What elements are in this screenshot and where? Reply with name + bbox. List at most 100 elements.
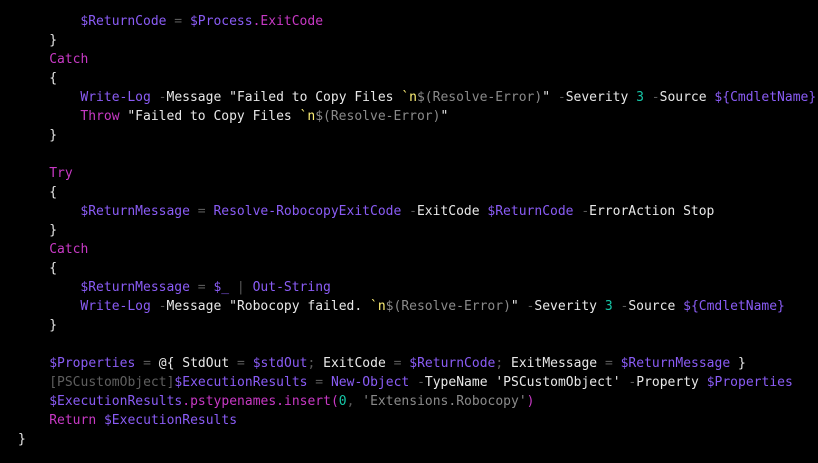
text-token: { [49,185,58,200]
code-line[interactable]: Catch [0,50,818,69]
code-line[interactable]: Write-Log -Message "Failed to Copy Files… [0,88,818,107]
cmdlet-token: Write-Log [80,90,151,105]
variable-token: $ReturnMessage [620,356,731,371]
code-line[interactable]: $ReturnMessage = $_ | Out-String [0,278,818,297]
operator-token: - [150,90,167,105]
text-token: ExitCode [323,356,394,371]
code-line[interactable]: { [0,183,818,202]
text-token: Severity [534,299,605,314]
cmdlet-token: New-Object [330,375,410,390]
code-line[interactable]: [PSCustomObject]$ExecutionResults = New-… [0,373,818,392]
code-line[interactable]: Write-Log - Message "Robocopy failed. `n $… [0,297,818,316]
text-token: } [49,318,58,333]
code-line[interactable]: Return $ExecutionResults [0,411,818,430]
code-line[interactable]: Throw "Failed to Copy Files `n$(Resolve-… [0,107,818,126]
code-line[interactable] [0,145,818,164]
text-token: Message [166,90,230,105]
code-line[interactable]: } [0,126,818,145]
text-token: Source [628,299,684,314]
string-token: "Failed to Copy Files [127,109,300,124]
code-line[interactable]: } [0,430,818,449]
operator-token: ; [307,356,324,371]
number-token: 3 [636,90,644,105]
code-line[interactable]: $ReturnCode = $Process.ExitCode [0,12,818,31]
subexpression-token: $(Resolve-Error) [315,109,441,124]
keyword-token: Catch [49,242,89,257]
operator-token: - [573,204,590,219]
member-token: .pstypenames.insert( [182,394,339,409]
member-token: ) [526,394,535,409]
variable-token: $ExecutionResults [49,394,183,409]
text-token: { [49,261,58,276]
escape-token: `n [370,299,386,314]
operator-token: | [229,280,253,295]
operator-token: = [307,375,331,390]
operator-token: - [620,375,637,390]
string-token: 'PSCustomObject' [495,375,621,390]
text-token: } [49,128,58,143]
escape-token: `n [299,109,316,124]
string-token: "Robocopy failed. [229,299,371,314]
code-line[interactable] [0,335,818,354]
operator-token: = [189,204,214,219]
keyword-token: Throw [80,109,120,124]
variable-token: $Process [189,14,253,29]
operator-token: - [550,90,566,105]
code-line[interactable]: $Properties = @{ StdOut = $stdOut; ExitC… [0,354,818,373]
text-token: ExitCode [416,204,488,219]
code-line[interactable]: Try [0,164,818,183]
operator-token: = [166,14,190,29]
cmdlet-token: Write-Log [80,299,151,314]
operator-token: = [189,280,214,295]
keyword-token: Return [49,413,97,428]
variable-token: $ReturnCode [80,14,167,29]
variable-token: ${CmdletName} [683,299,785,314]
variable-token: $ExecutionResults [103,413,238,428]
text-token: @{ StdOut [158,356,238,371]
code-line[interactable]: } [0,316,818,335]
code-line[interactable]: Catch [0,240,818,259]
variable-token: $stdOut [252,356,308,371]
variable-token: $ExecutionResults [174,375,308,390]
text-token: TypeName [424,375,496,390]
number-token: 0 [338,394,347,409]
string-token: " [510,299,519,314]
code-line[interactable]: { [0,69,818,88]
keyword-token: Try [49,166,73,181]
operator-token: - [401,204,417,219]
variable-token: $Properties [49,356,136,371]
cmdlet-token: Resolve-RobocopyExitCode [213,204,402,219]
operator-token: = [604,356,621,371]
code-line[interactable]: } [0,221,818,240]
operator-token: ; [495,356,512,371]
escape-token: `n [401,90,417,105]
member-token: .ExitCode [252,14,324,29]
string-token: " [542,90,551,105]
variable-token: $ReturnMessage [80,204,190,219]
code-line[interactable]: $ReturnMessage = Resolve-RobocopyExitCod… [0,202,818,221]
operator-token: = [237,356,253,371]
operator-token: = [393,356,410,371]
code-editor[interactable]: $ReturnCode = $Process.ExitCode} Catch { Wr… [0,0,818,463]
text-token: Source [659,90,715,105]
subexpression-token: $(Resolve-Error) [416,90,543,105]
text-token: Property [636,375,707,390]
operator-token: = [135,356,159,371]
subexpression-token: 'Extensions.Robocopy' [362,394,527,409]
variable-token: $ReturnCode [487,204,574,219]
text-token: } [49,223,58,238]
code-line[interactable]: $ExecutionResults.pstypenames.insert(0, … [0,392,818,411]
text-token: { [49,71,58,86]
operator-token: - [518,299,535,314]
keyword-token: Catch [49,52,89,67]
operator-token: - [409,375,425,390]
text-token: } [18,432,26,447]
variable-token: $_ [213,280,230,295]
code-line[interactable]: { [0,259,818,278]
text-token: Message [166,299,230,314]
code-line[interactable]: } [0,31,818,50]
operator-token: , [346,394,363,409]
operator-token: - [643,90,660,105]
number-token: 3 [604,299,613,314]
